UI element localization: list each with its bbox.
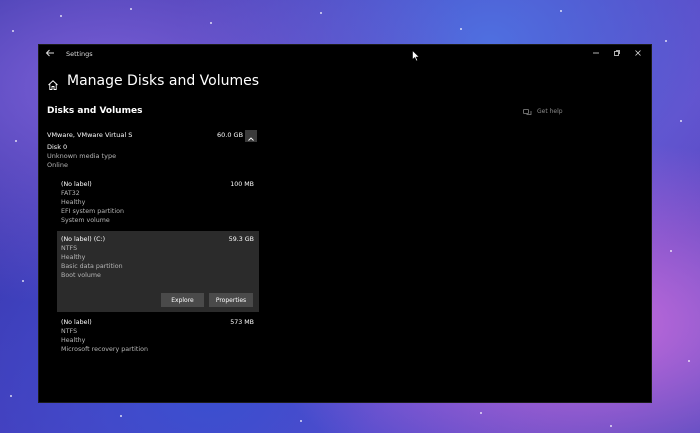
partition-health: Healthy: [61, 254, 86, 261]
partition-size: 59.3 GB: [228, 236, 254, 243]
star: [320, 12, 322, 14]
properties-button[interactable]: Properties: [209, 293, 253, 307]
get-help-link[interactable]: Get help: [523, 102, 563, 121]
chevron-up-icon: [248, 137, 254, 141]
star: [670, 250, 672, 252]
star: [130, 8, 132, 10]
star: [15, 140, 17, 142]
partition-filesystem: NTFS: [61, 245, 78, 252]
disk-status: Online: [47, 161, 68, 169]
close-icon[interactable]: [631, 48, 645, 62]
disk-number: Disk 0: [47, 143, 68, 151]
partition-item[interactable]: (No label) 100 MB FAT32 Healthy EFI syst…: [57, 176, 259, 226]
partition-filesystem: FAT32: [61, 190, 80, 197]
partition-role: Boot volume: [61, 272, 101, 279]
partition-item[interactable]: (No label) 573 MB NTFS Healthy Microsoft…: [57, 315, 259, 357]
minimize-icon[interactable]: [589, 48, 603, 62]
chat-help-icon: [523, 102, 532, 121]
star: [60, 15, 62, 17]
home-icon[interactable]: [47, 76, 59, 90]
star: [680, 120, 682, 122]
partition-item-selected[interactable]: (No label) (C:) 59.3 GB NTFS Healthy Bas…: [57, 231, 259, 312]
star: [610, 425, 612, 427]
page-title: Manage Disks and Volumes: [67, 73, 260, 89]
maximize-icon[interactable]: [610, 48, 624, 62]
star: [688, 360, 690, 362]
star: [12, 30, 14, 32]
star: [210, 22, 212, 24]
partition-name: (No label) (C:): [61, 236, 106, 243]
star: [480, 412, 482, 414]
partition-filesystem: NTFS: [61, 328, 78, 335]
mouse-cursor-icon: [412, 47, 420, 62]
star: [460, 28, 462, 30]
partition-type: Microsoft recovery partition: [61, 346, 148, 353]
section-title: Disks and Volumes: [47, 106, 143, 116]
disk-name: VMware, VMware Virtual S: [47, 131, 133, 139]
partition-health: Healthy: [61, 337, 86, 344]
star: [10, 395, 12, 397]
star: [560, 10, 562, 12]
back-arrow-icon[interactable]: [43, 48, 57, 62]
star: [665, 40, 667, 42]
partition-role: System volume: [61, 217, 110, 224]
star: [120, 415, 122, 417]
partition-size: 100 MB: [230, 181, 254, 188]
partition-size: 573 MB: [230, 319, 254, 326]
collapse-disk-button[interactable]: [245, 130, 257, 142]
partition-health: Healthy: [61, 199, 86, 206]
star: [22, 280, 24, 282]
explore-button[interactable]: Explore: [161, 293, 204, 307]
partition-name: (No label): [61, 181, 92, 188]
title-bar: Settings: [39, 45, 651, 65]
partition-type: Basic data partition: [61, 263, 123, 270]
star: [300, 420, 302, 422]
partition-type: EFI system partition: [61, 208, 124, 215]
window-title: Settings: [66, 50, 93, 58]
get-help-label: Get help: [537, 108, 563, 115]
disk-media-type: Unknown media type: [47, 152, 117, 160]
disk-size: 60.0 GB: [217, 131, 244, 139]
partition-name: (No label): [61, 319, 92, 326]
settings-window: Settings Manage Disks and Volumes Disks …: [39, 45, 651, 402]
